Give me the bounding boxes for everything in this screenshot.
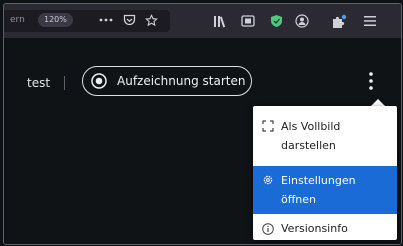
url-bar[interactable]: ern 120% xyxy=(4,10,170,32)
library-icon[interactable] xyxy=(210,10,230,32)
start-recording-button[interactable]: Aufzeichnung starten xyxy=(82,66,252,96)
app-area: test Aufzeichnung starten Als Vollbild d… xyxy=(4,38,401,244)
menu-item-version-info[interactable]: Versionsinfo xyxy=(253,218,397,240)
url-text: ern xyxy=(10,15,25,25)
star-icon[interactable] xyxy=(142,9,160,31)
more-icon[interactable] xyxy=(96,9,116,31)
menu-item-fullscreen[interactable]: Als Vollbild darstellen xyxy=(253,112,397,158)
fullscreen-icon xyxy=(262,120,274,132)
browser-toolbar: ern 120% xyxy=(4,4,401,38)
start-recording-label: Aufzeichnung starten xyxy=(117,74,246,88)
window-frame: ern 120% test Aufzeichnung starten Als V… xyxy=(3,3,402,245)
test-label: test xyxy=(27,76,51,90)
pocket-icon[interactable] xyxy=(120,9,138,31)
gear-icon xyxy=(263,175,273,185)
zoom-level-badge[interactable]: 120% xyxy=(38,13,73,27)
shield-extension-icon[interactable] xyxy=(266,10,286,32)
menu-item-label: Als Vollbild darstellen xyxy=(281,120,341,152)
menu-item-label: Versionsinfo xyxy=(281,222,348,235)
extensions-icon[interactable] xyxy=(328,10,350,32)
more-options-icon[interactable] xyxy=(364,70,378,92)
record-icon xyxy=(91,73,107,89)
account-icon[interactable] xyxy=(292,10,312,32)
info-icon xyxy=(262,223,274,235)
menu-item-label: Einstellungen öffnen xyxy=(281,174,356,206)
options-menu: Als Vollbild darstellen Einstellungen öf… xyxy=(253,106,397,240)
reader-icon[interactable] xyxy=(238,10,258,32)
divider xyxy=(64,76,65,90)
hamburger-menu-icon[interactable] xyxy=(360,10,380,32)
menu-item-settings[interactable]: Einstellungen öffnen xyxy=(253,166,397,214)
